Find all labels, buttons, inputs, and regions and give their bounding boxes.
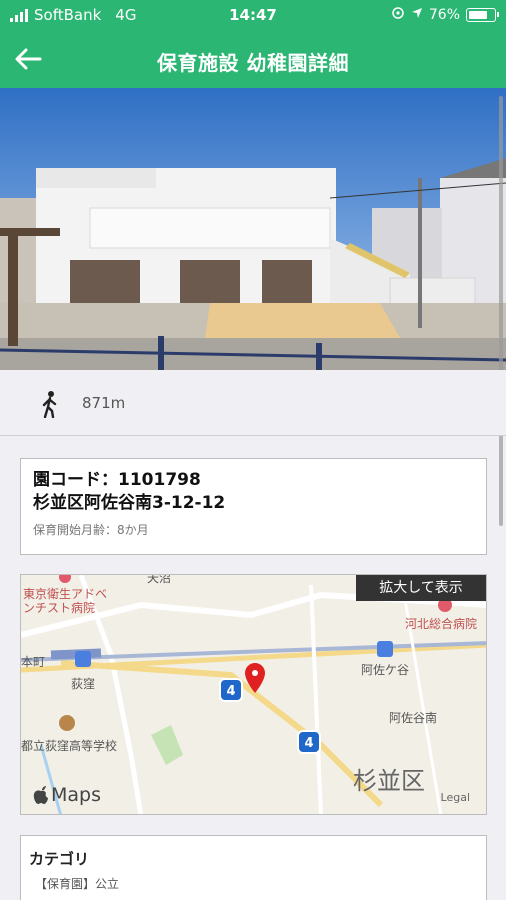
back-button[interactable] xyxy=(8,39,48,79)
route-4-badge: 4 xyxy=(219,678,243,702)
scroll-indicator[interactable] xyxy=(499,96,503,526)
legal-link[interactable]: Legal xyxy=(441,791,470,804)
walking-person-icon xyxy=(42,391,57,418)
route-4-badge: 4 xyxy=(297,730,321,754)
category-card: カテゴリ 【保育園】公立 xyxy=(20,835,487,900)
category-value: 【保育園】公立 xyxy=(35,877,120,891)
apple-maps-logo: Maps xyxy=(33,784,101,806)
map-label-ward: 杉並区 xyxy=(353,767,425,795)
facility-photo xyxy=(0,88,506,370)
page-title: 保育施設 幼稚園詳細 xyxy=(157,51,349,75)
map-label-hospital1b: ンチスト病院 xyxy=(23,601,96,615)
map-label-area1: 阿佐谷南 xyxy=(389,711,438,725)
distance-value: 871m xyxy=(82,394,126,412)
facility-code: 園コード：1101798 xyxy=(33,470,201,490)
zoom-map-button[interactable]: 拡大して表示 xyxy=(356,575,486,601)
nav-bar: 保育施設 幼稚園詳細 xyxy=(0,30,506,88)
map-label-place-left: 本町 xyxy=(21,655,46,669)
distance-row: 871m xyxy=(0,370,506,436)
apple-icon xyxy=(33,785,48,804)
battery-percent: 76% xyxy=(428,7,460,23)
map-view[interactable]: 東京衛生アドベ ンチスト病院 天沼 本町 荻窪 都立荻窪高等学校 河北総合病院 … xyxy=(20,574,487,815)
map-label-school: 都立荻窪高等学校 xyxy=(21,739,118,753)
arrow-left-icon xyxy=(15,48,42,70)
map-label-hospital2: 河北総合病院 xyxy=(405,617,478,631)
facility-info-card: 園コード：1101798 杉並区阿佐谷南3-12-12 保育開始月齢：8か月 xyxy=(20,458,487,555)
category-title: カテゴリ xyxy=(29,850,90,868)
facility-address: 杉並区阿佐谷南3-12-12 xyxy=(33,493,226,513)
start-age-note: 保育開始月齢：8か月 xyxy=(33,523,149,537)
map-label-station1: 荻窪 xyxy=(71,677,96,691)
battery-icon xyxy=(466,8,499,22)
map-label-station2: 阿佐ケ谷 xyxy=(361,663,410,677)
status-bar: SoftBank 4G 14:47 76% xyxy=(0,0,506,30)
map-label-place-top: 天沼 xyxy=(147,574,172,585)
location-arrow-icon xyxy=(411,7,423,23)
location-lock-icon xyxy=(391,6,405,24)
maps-label: Maps xyxy=(51,784,101,806)
